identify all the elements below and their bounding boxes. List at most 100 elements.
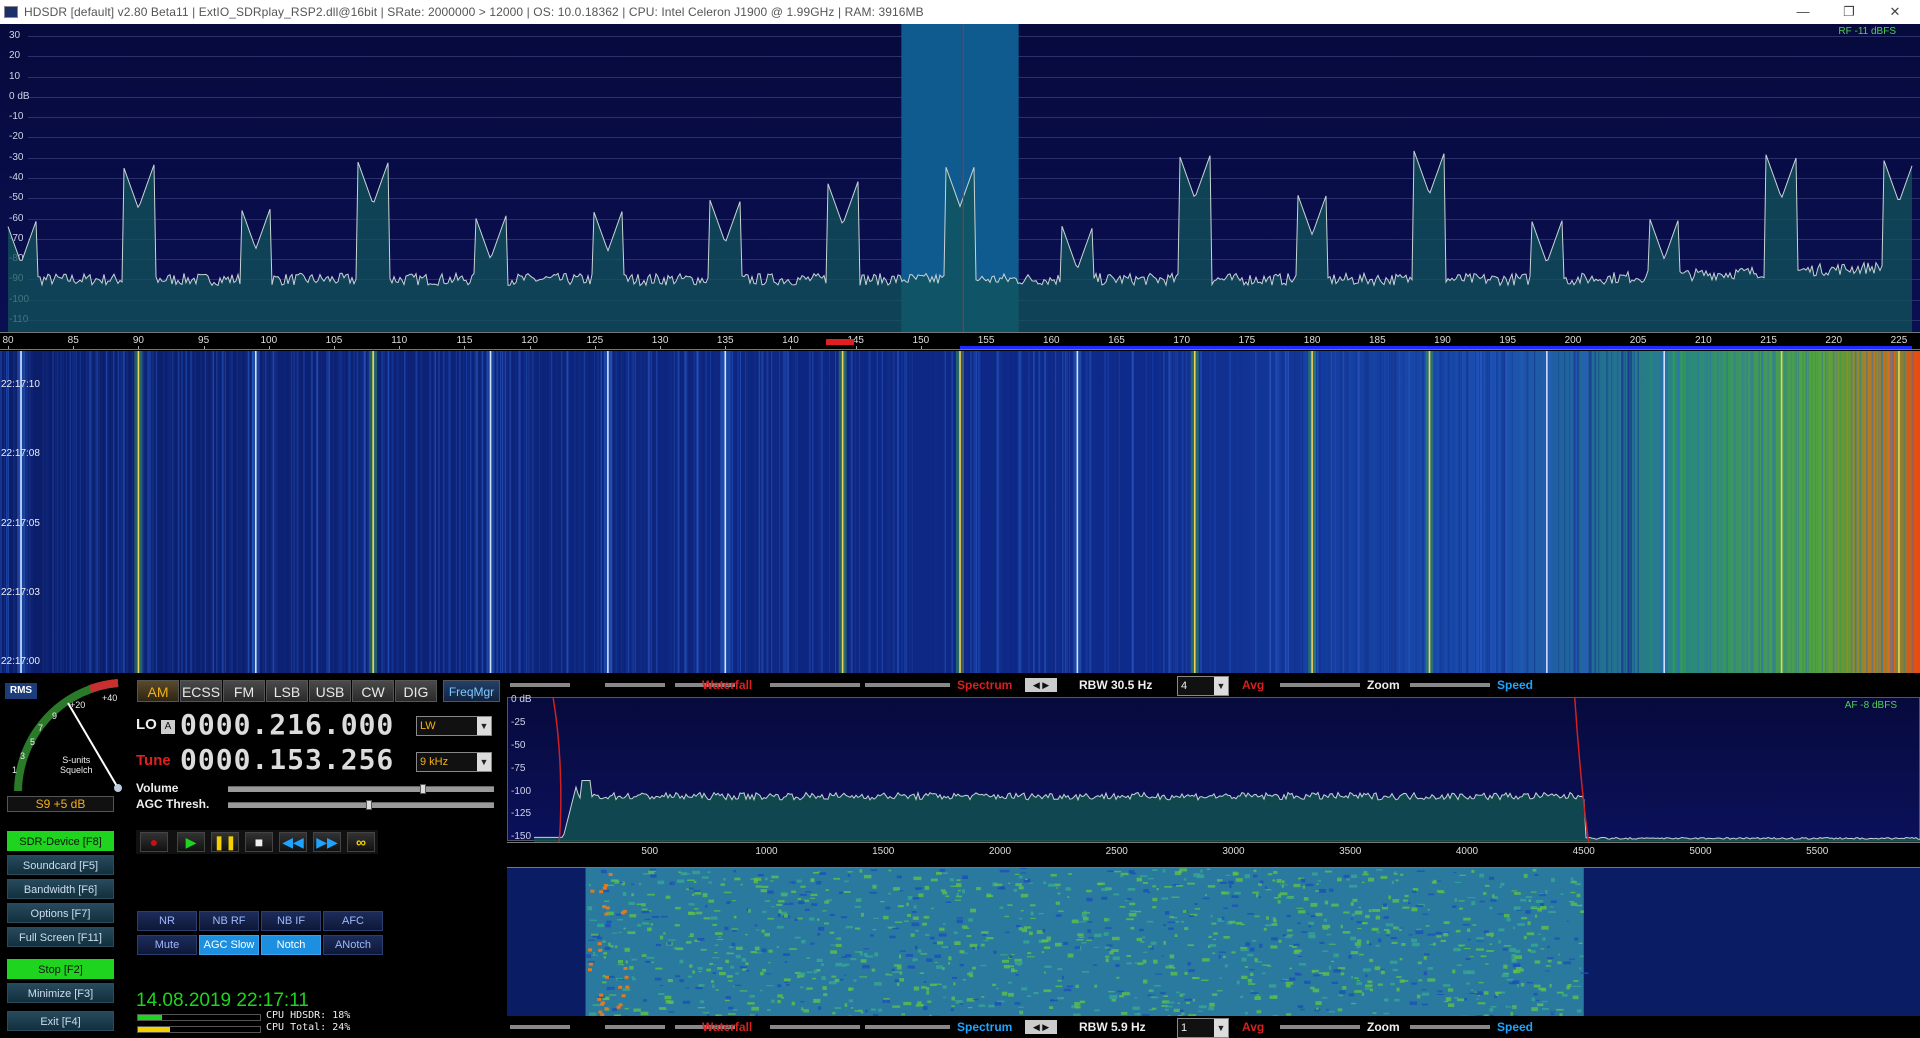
af-waterfall-speckle [1312, 872, 1318, 876]
rf-waterfall[interactable]: 22:17:10 22:17:08 22:17:05 22:17:03 22:17:00 [0, 351, 1920, 673]
record-icon[interactable]: ● [140, 832, 168, 852]
freqmgr-button[interactable]: FreqMgr [443, 680, 500, 702]
dsp-nb-rf-button[interactable]: NB RF [199, 911, 259, 931]
stop-icon[interactable]: ■ [245, 832, 273, 852]
full-screen-button[interactable]: Full Screen [F11] [7, 927, 114, 947]
soundcard-button[interactable]: Soundcard [F5] [7, 855, 114, 875]
volume-knob[interactable] [420, 784, 427, 794]
waterfall-streak [1477, 351, 1480, 673]
waterfall-streak [793, 351, 795, 673]
lo-lock-button[interactable]: A [161, 720, 175, 734]
af-spec-slider-2[interactable] [865, 1025, 950, 1029]
dsp-mute-button[interactable]: Mute [137, 935, 197, 955]
af-avg-select[interactable]: 1 ▼ [1177, 1018, 1229, 1038]
agc-knob[interactable] [365, 800, 372, 810]
mode-am-button[interactable]: AM [137, 680, 179, 702]
spec-slider-2[interactable] [865, 683, 950, 687]
af-waterfall-speckle [1130, 910, 1136, 913]
af-waterfall-speckle [1433, 879, 1437, 884]
stop-button[interactable]: Stop [F2] [7, 959, 114, 979]
af-waterfall-speckle [972, 998, 979, 1001]
waterfall-streak [670, 351, 672, 673]
waterfall-streak [861, 351, 863, 673]
mode-usb-button[interactable]: USB [309, 680, 351, 702]
pause-icon[interactable]: ❚❚ [211, 832, 239, 852]
waterfall-streak [406, 351, 408, 673]
waterfall-streak [1098, 351, 1100, 673]
af-waterfall-speckle [1015, 883, 1023, 886]
af-wf-slider-1[interactable] [510, 1025, 570, 1029]
wf-slider-2[interactable] [605, 683, 665, 687]
spec-slider-1[interactable] [770, 683, 860, 687]
minimize-button[interactable]: — [1780, 0, 1826, 24]
dsp-anotch-button[interactable]: ANotch [323, 935, 383, 955]
tune-frequency[interactable]: 0000.153.256 [180, 743, 394, 776]
volume-slider[interactable] [228, 784, 494, 794]
waterfall-streak [367, 351, 369, 673]
mode-ecss-button[interactable]: ECSS [180, 680, 222, 702]
rbw-stepper[interactable]: ◀ ▶ [1025, 678, 1057, 692]
af-waterfall-speckle [1174, 934, 1178, 937]
dsp-nr-button[interactable]: NR [137, 911, 197, 931]
step-select[interactable]: 9 kHz ▼ [416, 752, 492, 772]
rf-frequency-axis[interactable]: 80 85 90 95 100 105 110 115 120 125 130 135 140 145 15… [0, 332, 1920, 350]
af-wf-slider-2[interactable] [605, 1025, 665, 1029]
waterfall-streak [1706, 351, 1709, 673]
mode-cw-button[interactable]: CW [352, 680, 394, 702]
avg-select[interactable]: 4 ▼ [1177, 676, 1229, 696]
af-waterfall-speckle [730, 965, 734, 969]
waterfall-streak [1727, 351, 1728, 673]
dsp-afc-button[interactable]: AFC [323, 911, 383, 931]
waterfall-streak [1419, 351, 1421, 673]
zoom-slider[interactable] [1280, 683, 1360, 687]
af-waterfall-speckle [705, 904, 708, 908]
rms-button[interactable]: RMS [5, 683, 37, 699]
af-zoom-slider[interactable] [1280, 1025, 1360, 1029]
af-waterfall-speckle [1351, 913, 1355, 917]
af-filter-low-edge[interactable] [552, 698, 562, 842]
af-waterfall-speckle [1298, 963, 1307, 966]
dsp-agc-slow-button[interactable]: AGC Slow [199, 935, 259, 955]
rf-spectrum[interactable]: 3020100 dB-10-20-30-40-50-60-70-80-90-10… [0, 24, 1920, 332]
bandwidth-button[interactable]: Bandwidth [F6] [7, 879, 114, 899]
lo-frequency[interactable]: 0000.216.000 [180, 708, 394, 741]
mode-fm-button[interactable]: FM [223, 680, 265, 702]
agc-threshold-slider[interactable] [228, 800, 494, 810]
wf-slider-1[interactable] [510, 683, 570, 687]
af-waterfall-speckle [870, 934, 874, 937]
af-waterfall-hotspot [608, 873, 613, 876]
exit-button[interactable]: Exit [F4] [7, 1011, 114, 1031]
af-spectrum[interactable]: 0 dB -25 -50 -75 -100 -125 -150 AF -8 dBFS [507, 694, 1920, 842]
close-button[interactable]: ✕ [1872, 0, 1918, 24]
options-button[interactable]: Options [F7] [7, 903, 114, 923]
af-speed-slider[interactable] [1410, 1025, 1490, 1029]
speed-slider[interactable] [1410, 683, 1490, 687]
af-spec-slider-1[interactable] [770, 1025, 860, 1029]
waterfall-streak [1071, 351, 1074, 673]
play-icon[interactable]: ▶ [177, 832, 205, 852]
mode-dig-button[interactable]: DIG [395, 680, 437, 702]
dsp-nb-if-button[interactable]: NB IF [261, 911, 321, 931]
af-waterfall[interactable] [507, 868, 1920, 1016]
af-frequency-axis[interactable]: 500 1000 1500 2000 2500 3000 3500 4000 4500 5000 5… [507, 842, 1920, 868]
fast-forward-icon[interactable]: ▶▶ [313, 832, 341, 852]
loop-icon[interactable]: ∞ [347, 832, 375, 852]
mode-lsb-button[interactable]: LSB [266, 680, 308, 702]
af-waterfall-speckle [688, 887, 694, 890]
af-rbw-stepper[interactable]: ◀ ▶ [1025, 1020, 1057, 1034]
af-waterfall-speckle [1321, 996, 1328, 999]
af-waterfall-speckle [677, 879, 685, 883]
dsp-notch-button[interactable]: Notch [261, 935, 321, 955]
waterfall-streak [1183, 351, 1185, 673]
af-waterfall-speckle [1399, 927, 1403, 929]
af-waterfall-speckle [644, 918, 651, 920]
sdr-device-button[interactable]: SDR-Device [F8] [7, 831, 114, 851]
restore-button[interactable]: ❐ [1826, 0, 1872, 24]
minimize-button[interactable]: Minimize [F3] [7, 983, 114, 1003]
rewind-icon[interactable]: ◀◀ [279, 832, 307, 852]
band-select[interactable]: LW ▼ [416, 716, 492, 736]
lo-marker[interactable] [826, 339, 855, 345]
af-waterfall-speckle [1245, 1011, 1248, 1015]
af-waterfall-speckle [1269, 995, 1278, 999]
af-waterfall-speckle [1492, 894, 1495, 899]
